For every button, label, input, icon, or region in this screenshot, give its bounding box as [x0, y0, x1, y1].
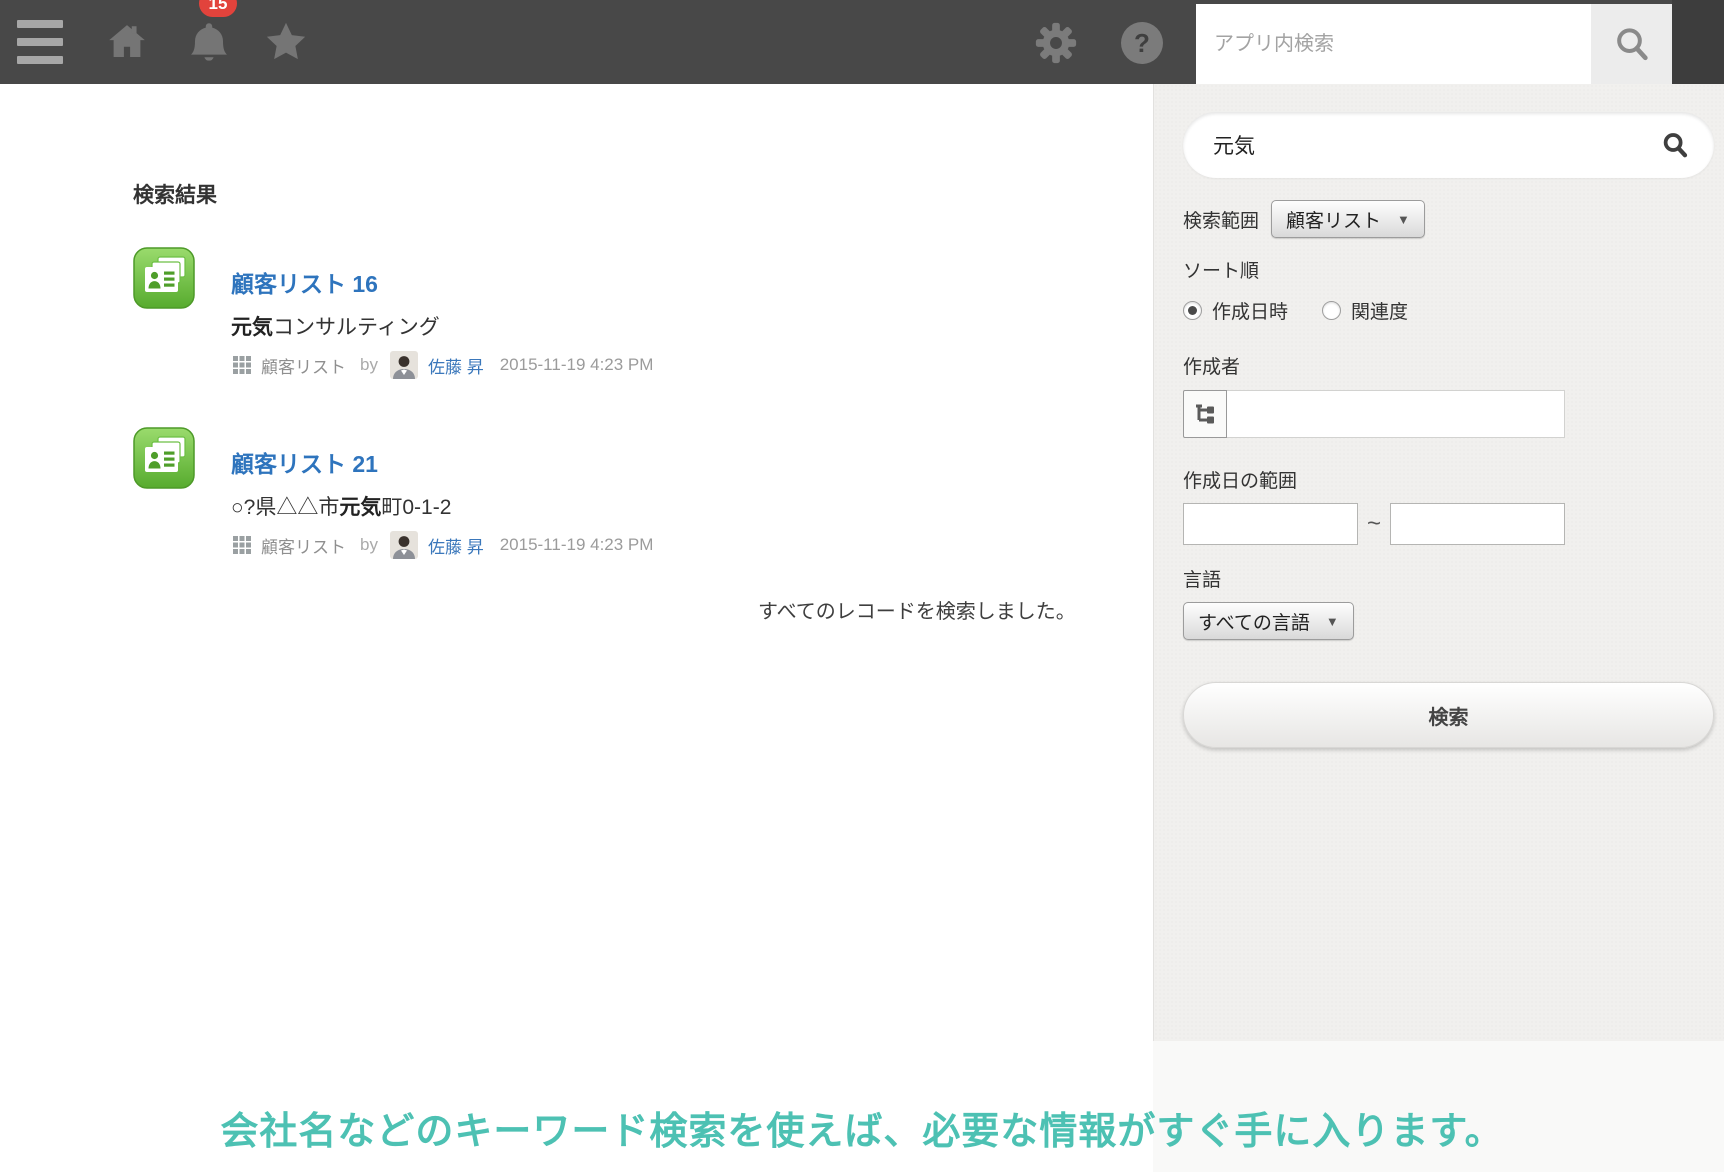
- range-separator: ~: [1367, 510, 1382, 537]
- search-results-list: 顧客リスト 16 元気コンサルティング 顧客リスト by 佐藤 昇 2015-1…: [133, 247, 1033, 607]
- user-avatar[interactable]: [389, 531, 418, 559]
- sidebar-search-box: [1183, 112, 1714, 178]
- customer-list-app-icon[interactable]: [133, 427, 195, 489]
- date-from-input[interactable]: [1183, 503, 1358, 545]
- topbar-corner-block: [1672, 0, 1724, 84]
- sidebar-search-submit-button[interactable]: 検索: [1183, 682, 1714, 748]
- result-timestamp: 2015-11-19 4:23 PM: [499, 355, 654, 374]
- chevron-down-icon: ▼: [1397, 211, 1410, 227]
- search-filter-sidebar: 検索範囲 顧客リスト ▼ ソート順 作成日時 関連度 作成者 作成日の範囲 ~: [1153, 84, 1724, 1041]
- settings-gear-icon[interactable]: [1035, 22, 1077, 64]
- created-date-range: ~: [1183, 503, 1713, 545]
- language-dropdown[interactable]: すべての言語 ▼: [1183, 602, 1354, 640]
- app-name-link[interactable]: 顧客リスト: [261, 533, 346, 558]
- radio-relevance-label[interactable]: 関連度: [1351, 297, 1408, 324]
- search-icon: [1616, 28, 1648, 61]
- tutorial-caption: 会社名などのキーワード検索を使えば、必要な情報がすぐ手に入ります。: [220, 1111, 1504, 1153]
- search-complete-notice: すべてのレコードを検索しました。: [758, 601, 1076, 623]
- creator-label: 作成者: [1183, 357, 1241, 378]
- creator-input[interactable]: [1227, 390, 1565, 438]
- result-meta: 顧客リスト by 佐藤 昇 2015-11-19 4:23 PM: [231, 531, 653, 559]
- app-search-input[interactable]: [1196, 4, 1591, 84]
- app-search-button[interactable]: [1591, 4, 1672, 84]
- chevron-down-icon: ▼: [1325, 613, 1339, 629]
- result-timestamp: 2015-11-19 4:23 PM: [499, 535, 654, 554]
- user-name-link[interactable]: 佐藤 昇: [428, 353, 484, 378]
- sort-label: ソート順: [1183, 261, 1260, 282]
- radio-relevance[interactable]: [1322, 301, 1342, 320]
- result-row: 顧客リスト 16 元気コンサルティング 顧客リスト by 佐藤 昇 2015-1…: [133, 247, 1033, 379]
- scope-label: 検索範囲: [1183, 210, 1260, 232]
- customer-list-app-icon[interactable]: [133, 247, 195, 309]
- org-tree-icon: [1196, 404, 1214, 424]
- help-icon[interactable]: ?: [1121, 22, 1163, 64]
- result-title-link[interactable]: 顧客リスト 21: [231, 445, 378, 479]
- search-icon[interactable]: [1660, 130, 1690, 165]
- sort-options: 作成日時 関連度: [1183, 297, 1713, 324]
- result-row: 顧客リスト 21 ○?県△△市元気町0-1-2 顧客リスト by 佐藤 昇 20…: [133, 427, 1033, 559]
- scope-dropdown[interactable]: 顧客リスト ▼: [1271, 200, 1425, 238]
- app-grid-icon: [233, 536, 251, 554]
- org-selector-button[interactable]: [1183, 390, 1227, 438]
- radio-created-datetime-label[interactable]: 作成日時: [1212, 297, 1288, 324]
- result-meta: 顧客リスト by 佐藤 昇 2015-11-19 4:23 PM: [231, 351, 653, 379]
- page-title: 検索結果: [133, 184, 217, 207]
- result-title-link[interactable]: 顧客リスト 16: [231, 265, 378, 299]
- app-grid-icon: [233, 356, 251, 374]
- top-navigation-bar: 15 ?: [0, 0, 1724, 84]
- creator-widget: [1183, 390, 1565, 438]
- sidebar-search-input[interactable]: [1183, 112, 1714, 178]
- result-subtitle: 元気コンサルティング: [231, 316, 440, 339]
- user-name-link[interactable]: 佐藤 昇: [428, 533, 484, 558]
- app-name-link[interactable]: 顧客リスト: [261, 353, 346, 378]
- date-to-input[interactable]: [1390, 503, 1566, 545]
- language-label: 言語: [1183, 570, 1222, 591]
- result-subtitle: ○?県△△市元気町0-1-2: [231, 496, 452, 519]
- created-date-range-label: 作成日の範囲: [1183, 471, 1298, 492]
- user-avatar[interactable]: [389, 351, 418, 379]
- radio-created-datetime[interactable]: [1183, 301, 1202, 320]
